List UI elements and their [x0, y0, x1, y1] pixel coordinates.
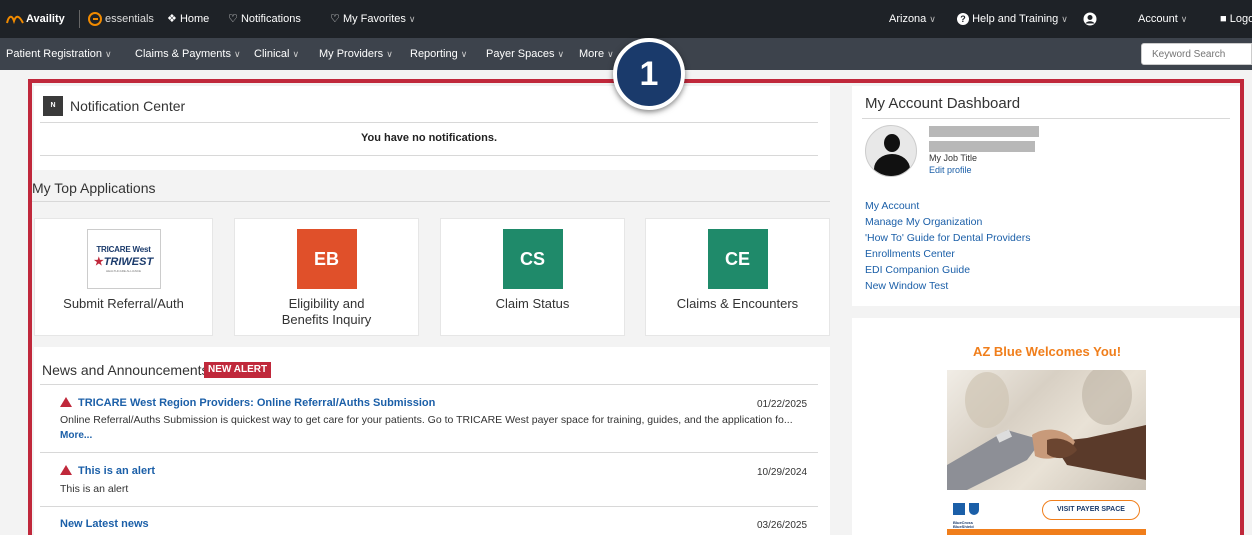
- help-icon: ?: [957, 13, 969, 25]
- essentials-icon: [88, 12, 102, 27]
- nav-my-providers[interactable]: My Providers ∨: [319, 38, 393, 70]
- favorites-menu[interactable]: ♡ My Favorites ∨: [330, 0, 416, 38]
- chevron-down-icon: ∨: [460, 49, 468, 59]
- heart-icon: ♡: [330, 13, 340, 25]
- step-number-badge: 1: [613, 38, 685, 110]
- favorites-label: My Favorites: [342, 13, 406, 25]
- nav-label: Reporting: [410, 48, 458, 60]
- essentials-logo[interactable]: essentials: [88, 0, 154, 38]
- nav-payer-spaces[interactable]: Payer Spaces ∨: [486, 38, 564, 70]
- bell-icon: ♡: [228, 13, 238, 25]
- account-label: Account: [1138, 13, 1178, 25]
- notifications-link[interactable]: ♡ Notifications: [228, 0, 301, 38]
- chevron-down-icon: ∨: [105, 49, 112, 59]
- user-icon[interactable]: [1083, 0, 1097, 38]
- keyword-search-input[interactable]: [1141, 43, 1252, 65]
- nav-label: Clinical: [254, 48, 290, 60]
- nav-clinical[interactable]: Clinical ∨: [254, 38, 299, 70]
- notifications-label: Notifications: [240, 13, 301, 25]
- nav-reporting[interactable]: Reporting ∨: [410, 38, 467, 70]
- chevron-down-icon: ∨: [929, 14, 936, 24]
- account-menu[interactable]: Account ∨: [1138, 0, 1187, 38]
- divider: [79, 10, 80, 28]
- chevron-down-icon: ∨: [557, 49, 565, 59]
- chevron-down-icon: ∨: [1061, 14, 1068, 24]
- nav-label: Patient Registration: [6, 48, 102, 60]
- chevron-down-icon: ∨: [386, 49, 393, 59]
- chevron-down-icon: ∨: [292, 49, 300, 59]
- help-label: Help and Training: [972, 13, 1059, 25]
- availity-logo-icon: [6, 15, 24, 25]
- availity-logo[interactable]: Availity: [6, 0, 65, 38]
- nav-label: Payer Spaces: [486, 48, 555, 60]
- user-circle-icon: [1083, 12, 1097, 26]
- state-selector[interactable]: Arizona ∨: [889, 0, 936, 38]
- state-label: Arizona: [889, 13, 927, 25]
- top-bar: Availity essentials ❖ Home ♡ Notificatio…: [0, 0, 1252, 38]
- chevron-down-icon: ∨: [1180, 14, 1188, 24]
- nav-label: My Providers: [319, 48, 384, 60]
- logout-label: Logo: [1229, 13, 1252, 25]
- nav-patient-registration[interactable]: Patient Registration ∨: [6, 38, 112, 70]
- chevron-down-icon: ∨: [408, 14, 416, 24]
- essentials-label: essentials: [105, 13, 154, 25]
- highlight-frame: [28, 79, 1244, 535]
- lock-icon: ■: [1220, 13, 1227, 25]
- nav-more[interactable]: More ∨: [579, 38, 614, 70]
- logout-link[interactable]: ■ Logo: [1220, 0, 1252, 38]
- nav-label: Claims & Payments: [135, 48, 231, 60]
- nav-claims-payments[interactable]: Claims & Payments ∨: [135, 38, 241, 70]
- chevron-down-icon: ∨: [607, 49, 614, 59]
- nav-label: More: [579, 48, 605, 60]
- home-icon: ❖: [167, 13, 177, 25]
- home-label: Home: [179, 13, 210, 25]
- brand-name: Availity: [26, 13, 65, 25]
- chevron-down-icon: ∨: [233, 49, 241, 59]
- home-link[interactable]: ❖ Home: [167, 0, 209, 38]
- help-menu[interactable]: ? Help and Training ∨: [957, 0, 1068, 38]
